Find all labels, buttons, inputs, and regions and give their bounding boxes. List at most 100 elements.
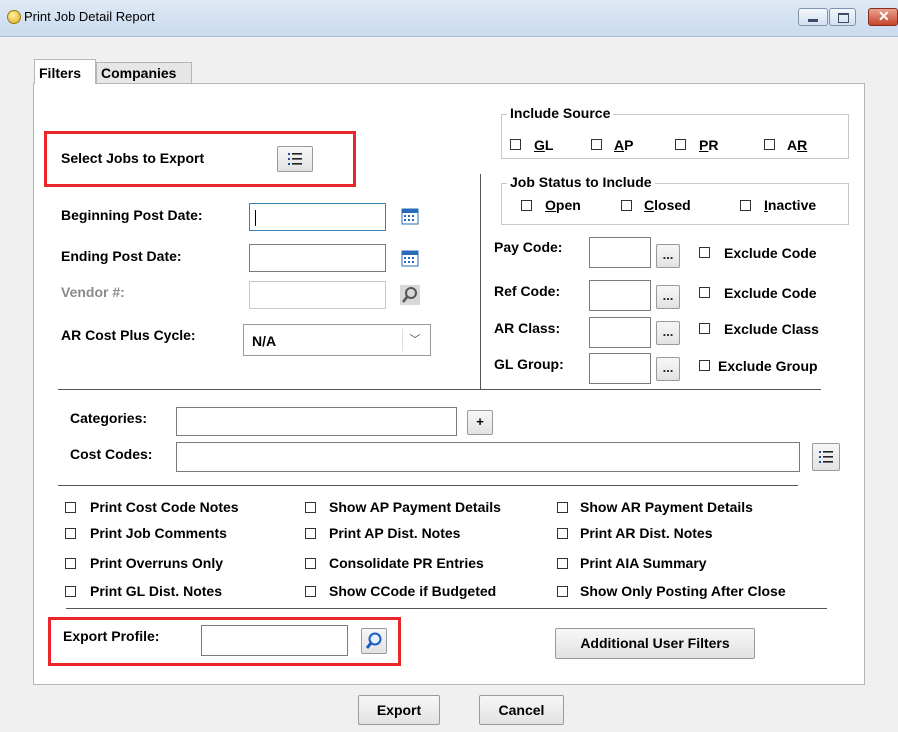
checkbox[interactable] (557, 586, 568, 597)
option-label: Print AIA Summary (580, 555, 707, 571)
vendor-label: Vendor #: (61, 284, 125, 300)
checkbox[interactable] (557, 528, 568, 539)
option-label: Print Cost Code Notes (90, 499, 239, 515)
export-profile-label: Export Profile: (63, 628, 160, 644)
list-icon (288, 153, 302, 165)
horizontal-divider (58, 389, 821, 390)
option-label: Print Overruns Only (90, 555, 224, 571)
pay-code-browse-button[interactable]: ... (656, 244, 680, 268)
ar-class-browse-button[interactable]: ... (656, 321, 680, 345)
pay-code-input[interactable] (589, 237, 651, 268)
beginning-post-date-input[interactable] (249, 203, 386, 231)
minimize-button[interactable] (798, 8, 828, 26)
checkbox[interactable] (65, 586, 76, 597)
checkbox[interactable] (305, 502, 316, 513)
checkbox[interactable] (65, 558, 76, 569)
beginning-date-calendar-button[interactable] (400, 206, 420, 229)
checkbox[interactable] (699, 247, 710, 258)
ref-code-exclude-label: Exclude Code (724, 285, 817, 301)
export-profile-input[interactable] (201, 625, 348, 656)
vendor-input[interactable] (249, 281, 386, 309)
cost-codes-input[interactable] (176, 442, 800, 472)
checkbox[interactable] (65, 528, 76, 539)
accelerator-key: G (534, 137, 545, 153)
job-status-open-label: Open (545, 197, 581, 213)
export-button[interactable]: Export (358, 695, 440, 725)
cost-codes-label: Cost Codes: (70, 446, 153, 462)
checkbox[interactable] (305, 586, 316, 597)
checkbox[interactable] (557, 502, 568, 513)
categories-label: Categories: (70, 410, 148, 426)
option-label: Show Only Posting After Close (580, 583, 786, 599)
accelerator-key: A (614, 137, 625, 153)
title-bar: Print Job Detail Report ✕ (0, 0, 898, 37)
job-status-title: Job Status to Include (507, 174, 655, 190)
accelerator-key: P (699, 137, 709, 153)
checkbox[interactable] (305, 528, 316, 539)
option-label: Show AR Payment Details (580, 499, 753, 515)
horizontal-divider (58, 485, 798, 486)
pay-code-exclude-label: Exclude Code (724, 245, 817, 261)
vendor-search-button[interactable] (400, 285, 420, 308)
checkbox[interactable] (521, 200, 532, 211)
checkbox[interactable] (305, 558, 316, 569)
checkbox[interactable] (699, 360, 710, 371)
calendar-icon (401, 250, 419, 267)
checkbox[interactable] (764, 139, 775, 150)
tab-filters[interactable]: Filters (34, 59, 96, 84)
select-jobs-button[interactable] (277, 146, 313, 172)
gl-group-input[interactable] (589, 353, 651, 384)
ar-cost-plus-cycle-select[interactable]: N/A ﹀ (243, 324, 431, 356)
job-status-closed-label: Closed (644, 197, 691, 213)
text-caret (255, 210, 256, 226)
gl-group-label: GL Group: (494, 356, 564, 372)
checkbox[interactable] (591, 139, 602, 150)
include-source-pr-label: PR (699, 137, 718, 153)
maximize-icon (838, 13, 849, 23)
horizontal-divider (66, 608, 827, 609)
ending-date-calendar-button[interactable] (400, 248, 420, 271)
checkbox[interactable] (557, 558, 568, 569)
option-label: Print GL Dist. Notes (90, 583, 222, 599)
label-prefix: A (787, 137, 798, 153)
label-rest: losed (654, 197, 691, 213)
checkbox[interactable] (699, 287, 710, 298)
gl-group-browse-button[interactable]: ... (656, 357, 680, 381)
checkbox[interactable] (699, 323, 710, 334)
pay-code-label: Pay Code: (494, 239, 563, 255)
job-status-inactive-label: Inactive (764, 197, 816, 213)
additional-user-filters-button[interactable]: Additional User Filters (555, 628, 755, 659)
chevron-down-icon: ﹀ (402, 329, 427, 351)
checkbox[interactable] (65, 502, 76, 513)
option-label: Print Job Comments (90, 525, 227, 541)
checkbox[interactable] (675, 139, 686, 150)
option-label: Show AP Payment Details (329, 499, 501, 515)
close-button[interactable]: ✕ (868, 8, 898, 26)
cancel-button[interactable]: Cancel (479, 695, 564, 725)
label-rest: nactive (767, 197, 817, 213)
beginning-post-date-label: Beginning Post Date: (61, 207, 203, 223)
ar-class-label: AR Class: (494, 320, 561, 336)
tab-companies[interactable]: Companies (96, 62, 192, 84)
label-rest: R (708, 137, 719, 153)
ref-code-input[interactable] (589, 280, 651, 311)
select-jobs-label: Select Jobs to Export (61, 150, 205, 166)
ending-post-date-input[interactable] (249, 244, 386, 272)
option-label: Consolidate PR Entries (329, 555, 484, 571)
ref-code-label: Ref Code: (494, 283, 561, 299)
add-category-button[interactable]: + (467, 410, 493, 435)
close-icon: ✕ (878, 8, 890, 24)
search-icon (400, 285, 420, 305)
maximize-button[interactable] (829, 8, 856, 26)
checkbox[interactable] (740, 200, 751, 211)
ref-code-browse-button[interactable]: ... (656, 285, 680, 309)
checkbox[interactable] (510, 139, 521, 150)
cost-codes-list-button[interactable] (812, 443, 840, 471)
categories-input[interactable] (176, 407, 457, 436)
ar-class-input[interactable] (589, 317, 651, 348)
label-rest: pen (555, 197, 581, 213)
option-label: Show CCode if Budgeted (329, 583, 497, 599)
search-icon (365, 632, 382, 649)
checkbox[interactable] (621, 200, 632, 211)
export-profile-search-button[interactable] (361, 628, 387, 654)
